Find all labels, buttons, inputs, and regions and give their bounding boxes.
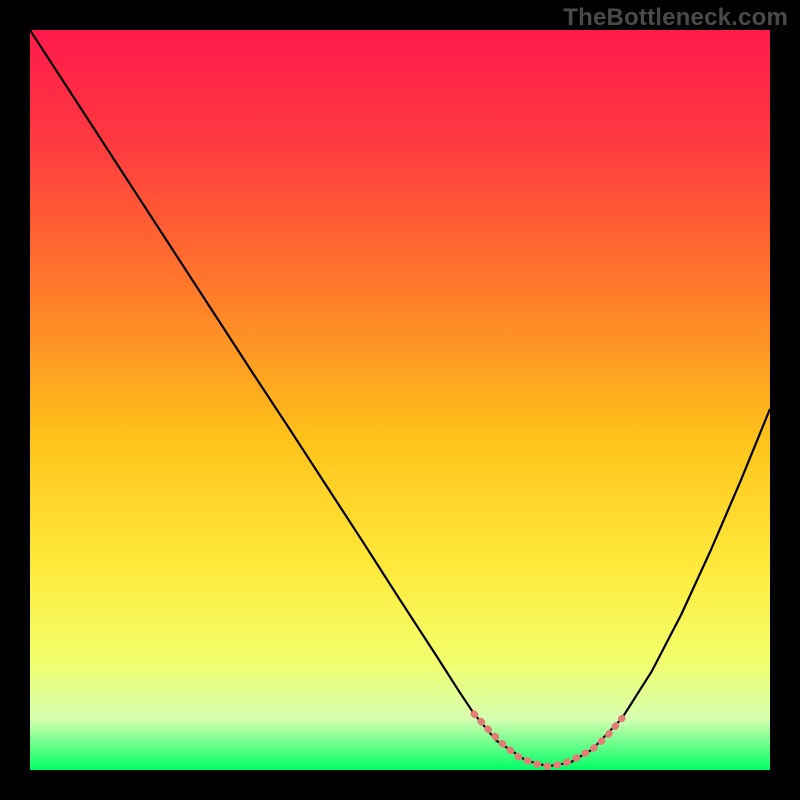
watermark-text: TheBottleneck.com <box>563 4 788 32</box>
plot-area <box>30 30 770 770</box>
chart-frame: TheBottleneck.com <box>0 0 800 800</box>
plot-svg <box>30 30 770 770</box>
